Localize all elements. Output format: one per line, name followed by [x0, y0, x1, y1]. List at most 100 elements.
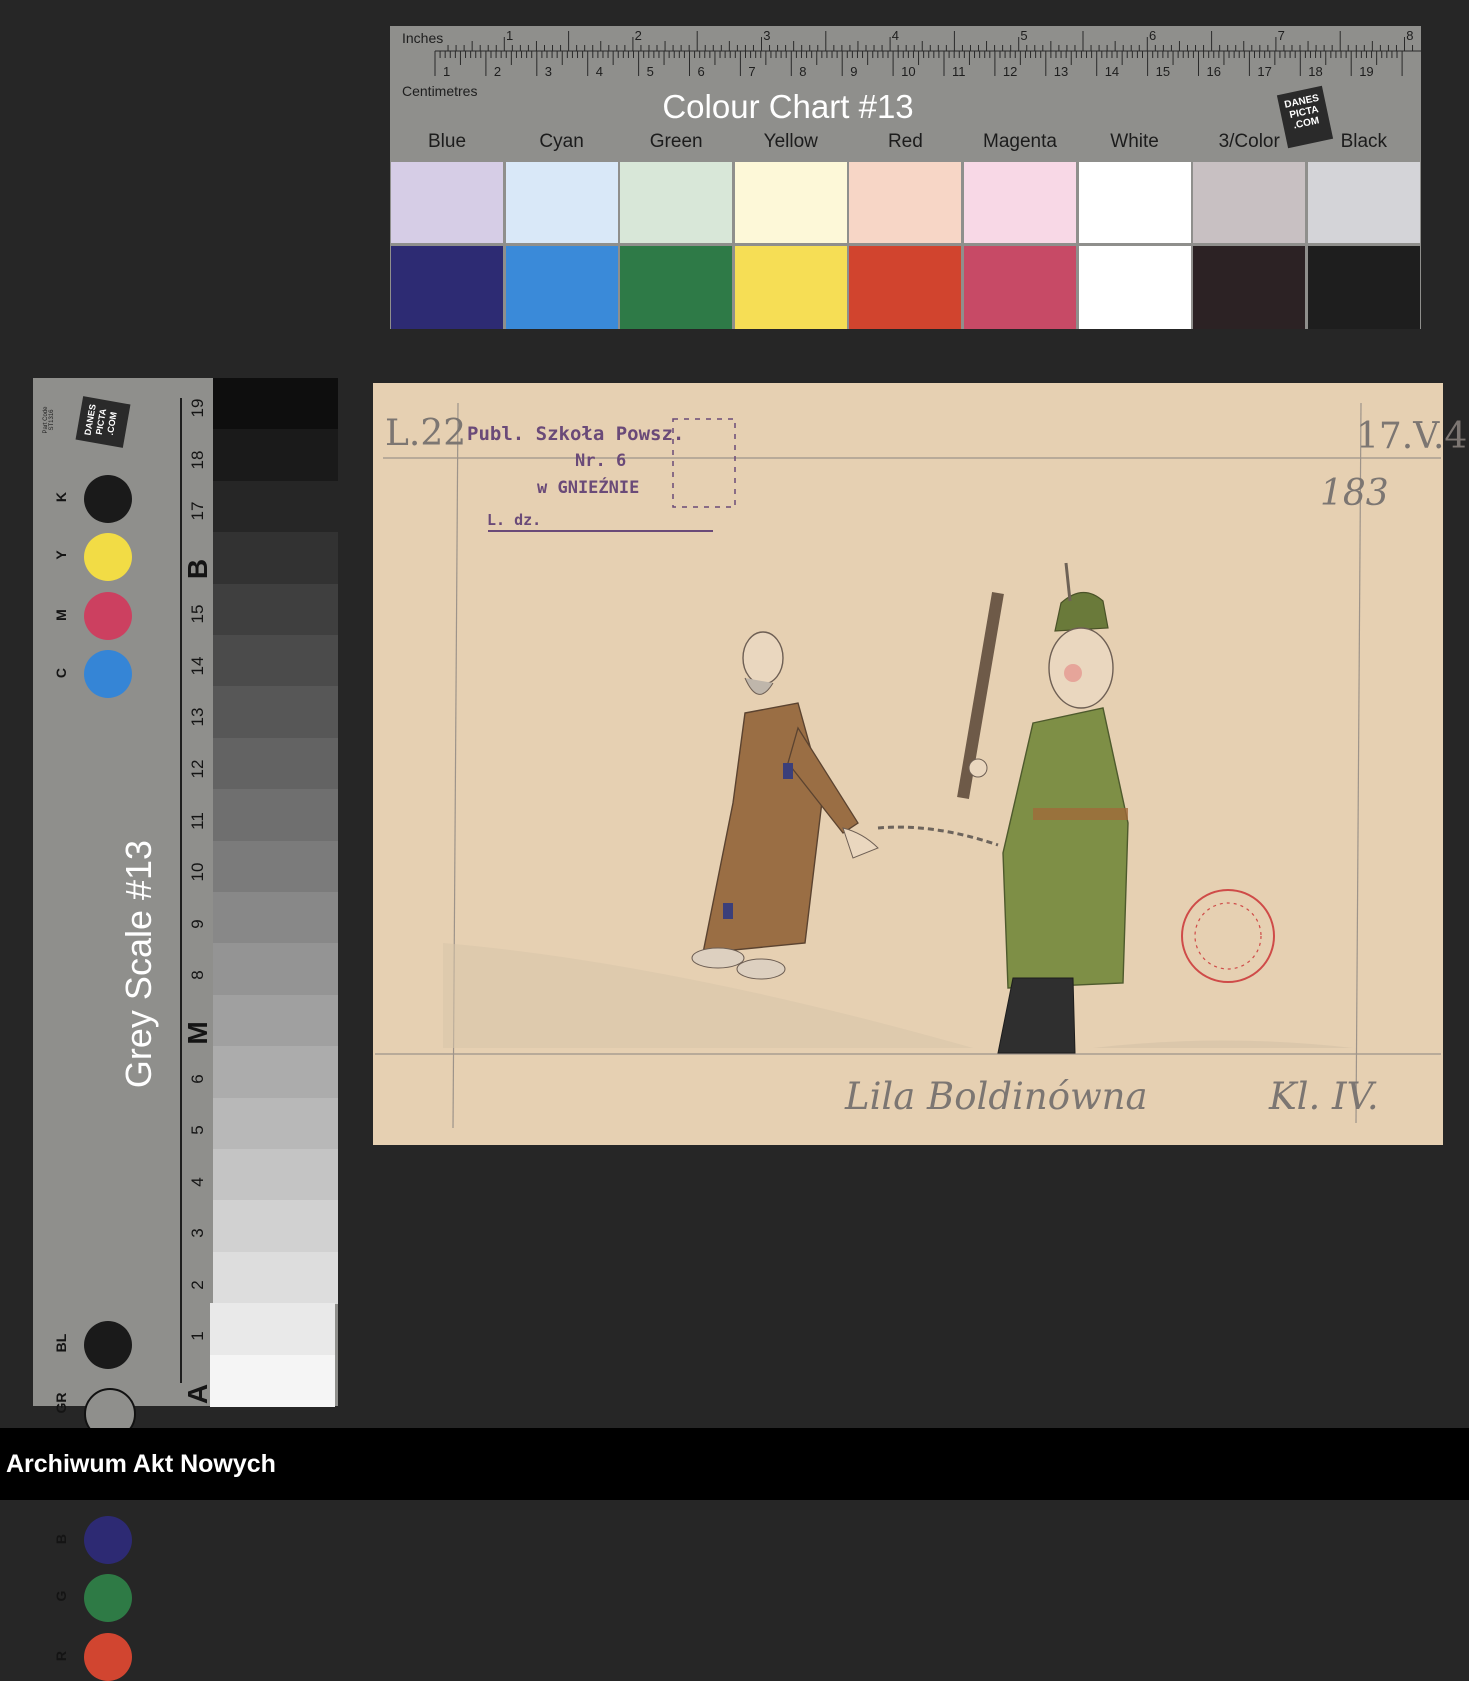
- dot-label: G: [53, 1590, 69, 1602]
- scale-number: 4: [188, 1176, 207, 1187]
- grey-scale-divider: [180, 398, 182, 1383]
- grey-step: [213, 532, 338, 585]
- swatch-label: Green: [649, 131, 703, 152]
- dot-label: Y: [53, 550, 69, 560]
- scale-number: 3: [188, 1228, 207, 1238]
- grey-step: [213, 1251, 338, 1305]
- scale-number: 13: [188, 708, 207, 727]
- cm-number: 13: [1053, 64, 1069, 79]
- scale-number: 14: [188, 656, 207, 676]
- scale-number: 8: [188, 970, 207, 981]
- swatch-dark: [1078, 246, 1191, 329]
- swatch-light: [620, 162, 733, 243]
- swatch-label: Black: [1340, 131, 1388, 152]
- grey-step: [213, 892, 338, 945]
- drawing-artwork: [375, 402, 1441, 1129]
- swatch-dark: [620, 246, 733, 329]
- school-stamp-line4: L. dz.: [487, 511, 542, 529]
- swatch-label: Cyan: [539, 131, 584, 152]
- inch-number: 8: [1406, 28, 1414, 43]
- swatch-label: Blue: [427, 131, 467, 152]
- swatch-dark: [1193, 246, 1306, 329]
- danes-picta-logo-vertical: DANES PICTA .COM: [75, 396, 131, 448]
- dot-label: C: [53, 667, 69, 679]
- grey-step: [210, 1354, 335, 1407]
- inch-number: 4: [891, 28, 900, 43]
- inch-number: 7: [1277, 28, 1285, 43]
- grey-step: [213, 1097, 338, 1150]
- inch-number: 1: [506, 28, 514, 43]
- grey-step: [213, 686, 338, 739]
- reference-number: L.22: [385, 413, 467, 454]
- swatch-label: Magenta: [983, 131, 1057, 152]
- scale-number: 18: [188, 450, 207, 470]
- grey-step: [213, 635, 338, 688]
- inches-label: Inches: [402, 30, 444, 46]
- cm-number: 2: [493, 64, 502, 79]
- dot-label: BL: [53, 1333, 69, 1353]
- grey-step: [213, 943, 338, 996]
- date: 17.V.46: [1356, 416, 1469, 457]
- cm-number: 11: [952, 64, 966, 79]
- school-stamp-line2: Nr. 6: [575, 451, 627, 471]
- calibration-dot: [84, 533, 132, 581]
- dot-label: R: [53, 1650, 69, 1662]
- scale-number: 19: [188, 398, 207, 418]
- cm-number: 17: [1257, 64, 1272, 79]
- cm-number: 5: [646, 64, 654, 79]
- cm-number: 1: [443, 64, 451, 79]
- cm-number: 12: [1002, 64, 1018, 79]
- scale-letter: M: [182, 1021, 213, 1045]
- scale-number: 10: [188, 862, 207, 882]
- inch-number: 5: [1020, 28, 1028, 43]
- dot-label: B: [53, 1533, 69, 1545]
- inch-number: 3: [763, 28, 771, 43]
- swatch-dark: [849, 246, 962, 329]
- scale-number: 9: [188, 919, 207, 929]
- grey-step: [213, 429, 338, 482]
- cm-number: 15: [1155, 64, 1171, 79]
- swatch-dark: [391, 246, 503, 329]
- swatch-light: [1078, 162, 1191, 243]
- grey-step: [213, 1149, 338, 1202]
- class-label: Kl. IV.: [1269, 1075, 1379, 1118]
- grey-step: [213, 480, 338, 534]
- sheet-number: 183: [1320, 473, 1389, 514]
- swatch-dark: [734, 246, 847, 329]
- cm-number: 18: [1308, 64, 1323, 79]
- cm-number: 7: [748, 64, 756, 79]
- grey-step: [213, 789, 338, 842]
- part-code: Part Code ST1316: [43, 406, 55, 434]
- cm-number: 3: [544, 64, 553, 79]
- cm-number: 6: [697, 64, 705, 79]
- cm-number: 14: [1104, 64, 1120, 79]
- grey-step: [213, 994, 338, 1048]
- cm-number: 10: [901, 64, 916, 79]
- swatch-light: [734, 162, 847, 243]
- dot-label: K: [53, 491, 69, 503]
- scale-number: 5: [188, 1125, 207, 1135]
- dot-label: M: [53, 609, 69, 621]
- grey-step: [213, 1200, 338, 1253]
- grey-step: [210, 1303, 335, 1356]
- school-stamp-line3: w GNIEŹNIE: [537, 478, 640, 498]
- scale-number: 2: [188, 1280, 207, 1290]
- calibration-dot: [84, 650, 132, 698]
- swatch-light: [964, 162, 1076, 243]
- calibration-dot: [84, 1633, 132, 1681]
- cm-number: 9: [850, 64, 858, 79]
- scale-number: 1: [188, 1331, 207, 1342]
- swatch-dark: [964, 246, 1076, 329]
- cm-number: 19: [1359, 64, 1374, 79]
- inch-number: 2: [634, 28, 642, 43]
- grey-step: [213, 840, 338, 893]
- swatch-label: White: [1110, 131, 1159, 152]
- swatch-light: [1307, 162, 1420, 243]
- grey-scale-title: Grey Scale #13: [118, 839, 159, 1089]
- child-drawing: L.22 Publ. Szkoła Powsz. Nr. 6 w GNIEŹNI…: [373, 383, 1469, 1145]
- swatch-light: [391, 162, 503, 243]
- grey-step: [213, 737, 338, 791]
- scale-number: 17: [188, 501, 207, 521]
- colour-chart: Inches Centimetres 12345678 1 2 3 4 5 6 7 8 9 10 1…: [390, 26, 1421, 329]
- swatch-label: Red: [887, 131, 923, 152]
